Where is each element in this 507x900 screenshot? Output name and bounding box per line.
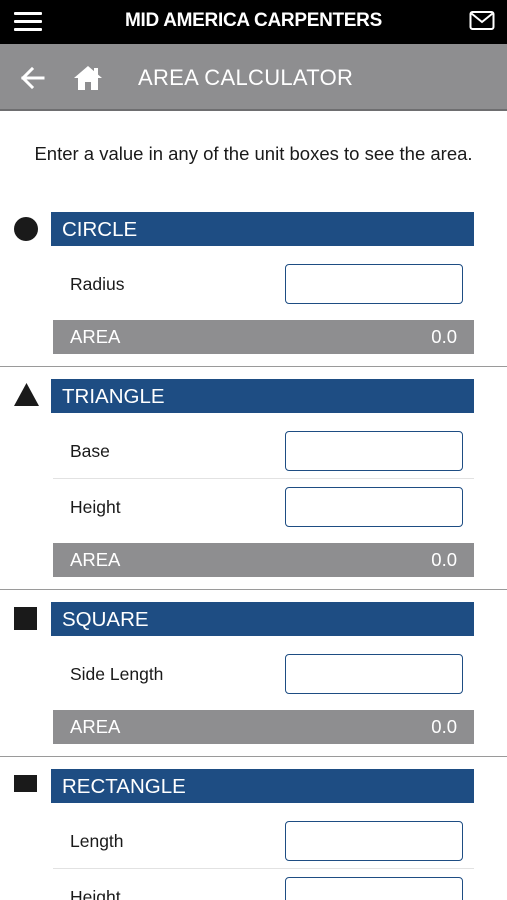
square-icon bbox=[14, 607, 37, 635]
triangle-area-bar: AREA 0.0 bbox=[53, 543, 474, 577]
triangle-icon bbox=[13, 382, 40, 412]
instructions-text: Enter a value in any of the unit boxes t… bbox=[34, 143, 473, 164]
rectangle-icon bbox=[14, 775, 37, 797]
triangle-height-label: Height bbox=[70, 497, 121, 517]
side-length-row: Side Length bbox=[53, 646, 474, 702]
radius-input[interactable] bbox=[285, 264, 463, 304]
length-input[interactable] bbox=[285, 821, 463, 861]
rectangle-section-header: RECTANGLE bbox=[51, 769, 474, 803]
section-divider bbox=[0, 589, 507, 590]
triangle-height-input[interactable] bbox=[285, 487, 463, 527]
triangle-height-row: Height bbox=[53, 479, 474, 535]
base-input[interactable] bbox=[285, 431, 463, 471]
circle-section-header: CIRCLE bbox=[51, 212, 474, 246]
circle-area-label: AREA bbox=[70, 326, 121, 347]
section-divider bbox=[0, 366, 507, 367]
length-row: Length bbox=[53, 813, 474, 869]
page-title: AREA CALCULATOR bbox=[138, 65, 354, 90]
circle-area-value: 0.0 bbox=[431, 326, 457, 347]
square-area-value: 0.0 bbox=[431, 716, 457, 737]
hamburger-menu-icon[interactable] bbox=[14, 10, 44, 34]
rectangle-height-row: Height bbox=[53, 869, 474, 900]
triangle-area-label: AREA bbox=[70, 549, 121, 570]
radius-row: Radius bbox=[53, 256, 474, 312]
section-divider bbox=[0, 756, 507, 757]
square-area-bar: AREA 0.0 bbox=[53, 710, 474, 744]
radius-label: Radius bbox=[70, 274, 125, 294]
square-section-header: SQUARE bbox=[51, 602, 474, 636]
rectangle-height-label: Height bbox=[70, 887, 121, 900]
triangle-section-header: TRIANGLE bbox=[51, 379, 474, 413]
side-length-label: Side Length bbox=[70, 664, 164, 684]
circle-icon bbox=[13, 216, 39, 247]
home-icon[interactable] bbox=[72, 64, 104, 92]
back-arrow-icon[interactable] bbox=[20, 66, 46, 90]
length-label: Length bbox=[70, 831, 124, 851]
base-row: Base bbox=[53, 423, 474, 479]
base-label: Base bbox=[70, 441, 110, 461]
rectangle-height-input[interactable] bbox=[285, 877, 463, 900]
mail-icon[interactable] bbox=[469, 10, 495, 32]
app-top-bar: MID AMERICA CARPENTERS bbox=[0, 0, 507, 44]
triangle-area-value: 0.0 bbox=[431, 549, 457, 570]
side-length-input[interactable] bbox=[285, 654, 463, 694]
app-title: MID AMERICA CARPENTERS bbox=[125, 10, 382, 31]
navigation-bar: AREA CALCULATOR bbox=[0, 44, 507, 111]
square-area-label: AREA bbox=[70, 716, 121, 737]
circle-area-bar: AREA 0.0 bbox=[53, 320, 474, 354]
